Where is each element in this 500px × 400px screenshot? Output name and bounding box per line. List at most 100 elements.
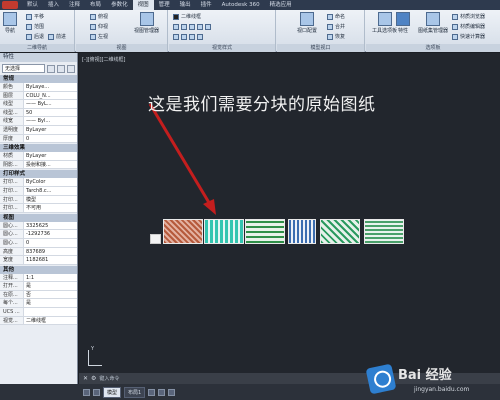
tab-layout1[interactable]: 布局1 xyxy=(124,386,146,398)
wrench-icon[interactable]: ⚙ xyxy=(91,375,96,382)
tab-manage[interactable]: 管理 xyxy=(154,0,175,10)
visual-style-dropdown[interactable]: 二维线框 xyxy=(173,13,201,20)
property-value[interactable]: 0 xyxy=(24,239,77,247)
property-section-header[interactable]: 打印样式 xyxy=(0,170,77,179)
status-toggle-icon[interactable] xyxy=(158,388,166,396)
property-value[interactable]: 不可用 xyxy=(24,204,77,212)
property-value[interactable]: 模型 xyxy=(24,196,77,204)
viewport-label[interactable]: [-][俯视][二维线框] xyxy=(82,56,126,63)
drawing-sheet[interactable] xyxy=(204,219,244,244)
property-value[interactable]: COLU_N... xyxy=(24,92,77,100)
left-view-button[interactable]: 左视 xyxy=(90,33,108,40)
property-value[interactable]: -1292736 xyxy=(24,230,77,238)
property-row[interactable]: 宽度 1182681 xyxy=(0,256,77,265)
property-row[interactable]: 厚度 0 xyxy=(0,134,77,144)
nav-left-icon[interactable] xyxy=(83,388,90,396)
property-value[interactable]: 是 xyxy=(24,282,77,290)
property-section-header[interactable]: 三维效果 xyxy=(0,144,77,153)
property-row[interactable]: 透明度 ByLayer xyxy=(0,125,77,135)
property-value[interactable]: 837689 xyxy=(24,248,77,256)
property-row[interactable]: UCS ... xyxy=(0,308,77,317)
toggle-pickadd-icon[interactable] xyxy=(47,64,55,73)
viewport-config-button[interactable]: 视口配置 xyxy=(297,12,317,34)
property-row[interactable]: 圆心... -1292736 xyxy=(0,230,77,239)
property-value[interactable] xyxy=(24,308,77,316)
command-input[interactable]: 键入命令 xyxy=(99,375,119,382)
property-section-header[interactable]: 视图 xyxy=(0,213,77,222)
drawing-sheet-thumbnail[interactable] xyxy=(150,234,161,244)
tab-layout[interactable]: 布局 xyxy=(85,0,106,10)
quick-select-icon[interactable] xyxy=(67,64,75,73)
property-value[interactable]: 3325625 xyxy=(24,222,77,230)
status-toggle-icon[interactable] xyxy=(168,388,176,396)
property-value[interactable]: 否 xyxy=(24,291,77,299)
property-section-header[interactable]: 常规 xyxy=(0,75,77,83)
tab-featured-apps[interactable]: 精选应用 xyxy=(265,0,297,10)
property-value[interactable]: —— Byl... xyxy=(24,117,77,125)
property-row[interactable]: 打印... 不可用 xyxy=(0,204,77,213)
property-row[interactable]: 打印... Tarch8.c... xyxy=(0,186,77,196)
tab-plugins[interactable]: 插件 xyxy=(196,0,217,10)
materials-editor-button[interactable]: 材质编辑器 xyxy=(452,23,485,30)
property-value[interactable]: —— ByL... xyxy=(24,100,77,108)
top-view-button[interactable]: 俯视 xyxy=(90,13,108,20)
property-value[interactable]: 二维线框 xyxy=(24,317,77,325)
property-value[interactable]: 是 xyxy=(24,299,77,307)
property-row[interactable]: 每个... 是 xyxy=(0,299,77,309)
materials-browser-button[interactable]: 材质浏览器 xyxy=(452,13,485,20)
property-value[interactable]: ByLayer xyxy=(24,152,77,160)
property-section-header[interactable]: 其他 xyxy=(0,265,77,274)
quick-calc-button[interactable]: 快速计算器 xyxy=(452,33,485,40)
property-row[interactable]: 打印... 模型 xyxy=(0,195,77,205)
property-row[interactable]: 注释... 1:1 xyxy=(0,273,77,283)
drawing-sheet[interactable] xyxy=(163,219,203,244)
property-row[interactable]: 圆心... 3325625 xyxy=(0,221,77,231)
property-value[interactable]: ByColor xyxy=(24,178,77,186)
property-value[interactable]: ByLaye... xyxy=(24,83,77,91)
forward-button[interactable]: 前进 xyxy=(48,33,66,40)
drawing-sheet[interactable] xyxy=(364,219,404,244)
property-row[interactable]: 线型 —— ByL... xyxy=(0,100,77,109)
property-row[interactable]: 颜色 ByLaye... xyxy=(0,83,77,92)
pan-button[interactable]: 平移 xyxy=(26,13,44,20)
drawing-sheet[interactable] xyxy=(320,219,360,244)
drawing-sheet[interactable] xyxy=(288,219,316,244)
property-row[interactable]: 圆心... 0 xyxy=(0,238,77,248)
properties-button[interactable]: 特性 xyxy=(396,12,410,34)
style-tools-row[interactable] xyxy=(173,24,211,30)
extents-button[interactable]: 范围 xyxy=(26,23,44,30)
select-objects-icon[interactable] xyxy=(57,64,65,73)
view-manager-button[interactable]: 视图管理器 xyxy=(134,12,159,34)
property-row[interactable]: 线宽 —— Byl... xyxy=(0,117,77,126)
tab-autodesk-360[interactable]: Autodesk 360 xyxy=(217,0,265,10)
property-value[interactable]: 1:1 xyxy=(24,274,77,282)
status-toggle-icon[interactable] xyxy=(148,388,156,396)
named-viewports-button[interactable]: 命名 xyxy=(327,13,345,20)
property-value[interactable]: Tarch8.c... xyxy=(24,187,77,195)
tab-insert[interactable]: 插入 xyxy=(43,0,64,10)
restore-viewports-button[interactable]: 恢复 xyxy=(327,33,345,40)
property-value[interactable]: 1182681 xyxy=(24,256,77,264)
tab-view[interactable]: 视图 xyxy=(132,0,154,10)
property-row[interactable]: 高度 837689 xyxy=(0,247,77,257)
sheet-set-manager-button[interactable]: 图纸集管理器 xyxy=(418,12,448,34)
close-icon[interactable]: ✕ xyxy=(83,375,88,382)
tab-parametric[interactable]: 参数化 xyxy=(106,0,133,10)
navigation-button[interactable]: 导航 xyxy=(3,12,17,34)
nav-right-icon[interactable] xyxy=(93,388,100,396)
tool-palettes-button[interactable]: 工具选项板 xyxy=(372,12,397,34)
tab-model[interactable]: 模型 xyxy=(103,386,122,398)
property-row[interactable]: 在原... 否 xyxy=(0,290,77,300)
property-row[interactable]: 阴影... 投射和接... xyxy=(0,160,77,170)
property-value[interactable]: 50 xyxy=(24,109,77,117)
bottom-view-button[interactable]: 仰视 xyxy=(90,23,108,30)
property-row[interactable]: 打开... 是 xyxy=(0,282,77,291)
tab-default[interactable]: 默认 xyxy=(22,0,43,10)
back-button[interactable]: 后退 xyxy=(26,33,44,40)
application-menu-button[interactable] xyxy=(2,1,18,9)
join-viewports-button[interactable]: 合并 xyxy=(327,23,345,30)
property-row[interactable]: 材质 ByLayer xyxy=(0,152,77,161)
tab-output[interactable]: 输出 xyxy=(175,0,196,10)
property-value[interactable]: ByLayer xyxy=(24,126,77,134)
drawing-sheet[interactable] xyxy=(245,219,285,244)
